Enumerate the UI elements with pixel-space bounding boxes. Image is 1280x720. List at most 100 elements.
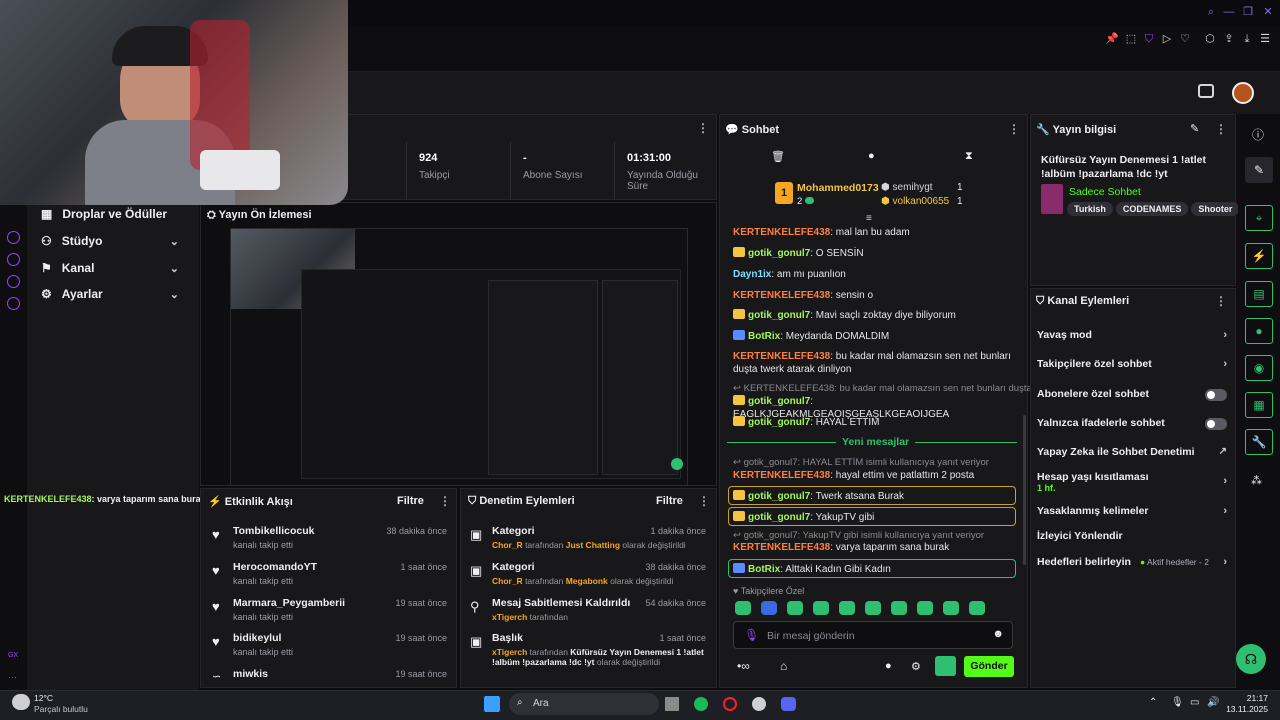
emote-icon[interactable] xyxy=(891,601,907,615)
chevron-up-icon[interactable]: ⌃ xyxy=(1149,697,1157,708)
gx-icon[interactable]: GX xyxy=(8,652,18,659)
discord-icon[interactable] xyxy=(781,697,796,711)
emote-icon[interactable] xyxy=(761,601,777,615)
spotify-icon[interactable] xyxy=(694,697,708,711)
weather-icon[interactable] xyxy=(12,694,30,710)
rail-icon[interactable] xyxy=(7,231,20,244)
leaderboard-name[interactable]: Mohammed0173 xyxy=(797,182,879,194)
hourglass-icon[interactable]: ⧗ xyxy=(965,150,973,163)
emote-icon[interactable] xyxy=(917,601,933,615)
support-button[interactable]: ☊ xyxy=(1236,644,1266,674)
moderation-more-icon[interactable]: ⋮ xyxy=(698,494,710,508)
preview-video[interactable] xyxy=(230,228,688,486)
sidebar-item-studio[interactable]: ⚇ Stüdyo ⌄ xyxy=(41,231,191,251)
emote-icon[interactable] xyxy=(787,601,803,615)
send-button[interactable]: Gönder xyxy=(964,656,1014,677)
minimize-icon[interactable]: — xyxy=(1222,5,1236,19)
action-emote-only[interactable]: Yalnızca ifadelerle sohbet xyxy=(1037,417,1227,430)
network-icon[interactable]: ▭ xyxy=(1190,697,1199,708)
download-icon[interactable]: ⤓ xyxy=(1240,32,1254,46)
stats-more-icon[interactable]: ⋮ xyxy=(697,121,709,135)
chat-bubble-icon[interactable]: ● xyxy=(868,150,875,162)
action-slow-mode[interactable]: Yavaş mod › xyxy=(1037,329,1227,341)
toggle-switch[interactable] xyxy=(1205,389,1227,401)
action-redirect-viewers[interactable]: İzleyici Yönlendir xyxy=(1037,530,1223,542)
sidebar-item-drops[interactable]: ▦ Droplar ve Ödüller xyxy=(41,204,167,224)
play-icon[interactable]: ▷ xyxy=(1160,32,1174,46)
pin-icon[interactable]: 📌 xyxy=(1105,32,1119,46)
sidebar-item-settings[interactable]: ⚙ Ayarlar ⌄ xyxy=(41,284,191,304)
activity-more-icon[interactable]: ⋮ xyxy=(439,494,451,508)
trash-icon[interactable]: 🗑 xyxy=(771,150,785,163)
avatar[interactable] xyxy=(1232,82,1254,104)
action-goals[interactable]: Hedefleri belirleyin ● Aktif hedefler - 2… xyxy=(1037,556,1227,568)
action-ai-moderation[interactable]: Yapay Zeka ile Sohbet Denetimi ↗ xyxy=(1037,446,1227,458)
share-icon[interactable]: ⇪ xyxy=(1222,32,1236,46)
points-icon[interactable]: •∞ xyxy=(737,659,750,673)
more-icon[interactable]: ··· xyxy=(8,672,17,682)
emote-icon[interactable] xyxy=(969,601,985,615)
edit-layout-icon[interactable]: ✎ xyxy=(1245,157,1273,183)
volume-icon[interactable]: 🔊 xyxy=(1207,697,1219,708)
emote-icon[interactable] xyxy=(813,601,829,615)
shield-icon[interactable]: ⛉ xyxy=(1142,32,1156,46)
clock-date[interactable]: 13.11.2025 xyxy=(1222,704,1268,714)
app-icon[interactable] xyxy=(752,697,766,711)
close-icon[interactable]: ✕ xyxy=(1261,5,1275,19)
chat-more-icon[interactable]: ⋮ xyxy=(1008,122,1020,136)
action-followers-only[interactable]: Takipçilere özel sohbet › xyxy=(1037,358,1227,370)
moderation-filter-button[interactable]: Filtre xyxy=(656,495,683,507)
tag[interactable]: CODENAMES xyxy=(1115,202,1189,216)
leaderboard-name[interactable]: ⬢ semihygt xyxy=(881,182,933,193)
toggle-switch[interactable] xyxy=(1205,418,1227,430)
tag[interactable]: Turkish xyxy=(1067,202,1113,216)
search-icon[interactable]: ⌕ xyxy=(1204,5,1218,19)
task-view-icon[interactable] xyxy=(665,697,679,711)
opera-icon[interactable] xyxy=(723,697,737,711)
category-link[interactable]: Sadece Sohbet xyxy=(1069,186,1141,198)
card-icon[interactable]: ▦ xyxy=(1245,392,1273,418)
crop-icon[interactable]: ⬚ xyxy=(1124,32,1138,46)
gear-icon[interactable]: ⚙ xyxy=(911,660,921,673)
chat-icon[interactable]: ● xyxy=(1245,318,1273,344)
note-icon[interactable]: ▤ xyxy=(1245,281,1273,307)
target-icon[interactable]: ⌖ xyxy=(1245,205,1273,231)
taskbar-search[interactable]: ⌕ Ara xyxy=(509,693,659,715)
rail-icon[interactable] xyxy=(7,297,20,310)
restore-icon[interactable]: ❐ xyxy=(1241,5,1255,19)
stream-info-more-icon[interactable]: ⋮ xyxy=(1215,122,1227,136)
quick-action-icon[interactable] xyxy=(935,656,956,676)
menu-icon[interactable]: ☰ xyxy=(1258,32,1272,46)
extension-icon[interactable]: ⬡ xyxy=(1203,32,1217,46)
rail-icon[interactable] xyxy=(7,275,20,288)
collapse-icon[interactable]: ≡ xyxy=(866,213,872,224)
rail-icon[interactable] xyxy=(7,253,20,266)
action-banned-words[interactable]: Yasaklanmış kelimeler › xyxy=(1037,505,1227,517)
emoji-icon[interactable]: ☻ xyxy=(992,628,1004,640)
channel-actions-more-icon[interactable]: ⋮ xyxy=(1215,294,1227,308)
tag[interactable]: Shooter xyxy=(1191,202,1240,216)
emote-icon[interactable] xyxy=(839,601,855,615)
microphone-icon[interactable]: 🎙 xyxy=(1171,697,1184,708)
clock-time[interactable]: 21:17 xyxy=(1230,693,1268,703)
action-account-age[interactable]: Hesap yaşı kısıtlaması 1 hf. › xyxy=(1037,471,1227,493)
action-subscribers-only[interactable]: Abonelere özel sohbet xyxy=(1037,388,1227,401)
cast-icon[interactable] xyxy=(1198,84,1214,98)
add-widget-icon[interactable]: ⁂ xyxy=(1251,474,1262,487)
windows-start-icon[interactable] xyxy=(484,696,500,712)
info-icon[interactable]: ⓘ xyxy=(1252,126,1264,143)
emote-icon[interactable] xyxy=(735,601,751,615)
sidebar-item-channel[interactable]: ⚑ Kanal ⌄ xyxy=(41,258,191,278)
lightning-icon[interactable]: ⚡ xyxy=(1245,243,1273,269)
wrench-icon[interactable]: 🔧 xyxy=(1245,429,1273,455)
pencil-icon[interactable]: ✎ xyxy=(1190,122,1199,135)
chat-bubble-icon[interactable]: ● xyxy=(885,660,892,672)
heart-icon[interactable]: ♡ xyxy=(1178,32,1192,46)
activity-filter-button[interactable]: Filtre xyxy=(397,495,424,507)
emote-icon[interactable] xyxy=(865,601,881,615)
microphone-icon[interactable]: 🎙 xyxy=(744,628,759,642)
chat-scrollbar[interactable] xyxy=(1023,415,1026,565)
store-icon[interactable]: ⌂ xyxy=(780,659,787,673)
leaderboard-name[interactable]: ⬢ volkan00655 xyxy=(881,196,949,207)
emote-icon[interactable] xyxy=(943,601,959,615)
